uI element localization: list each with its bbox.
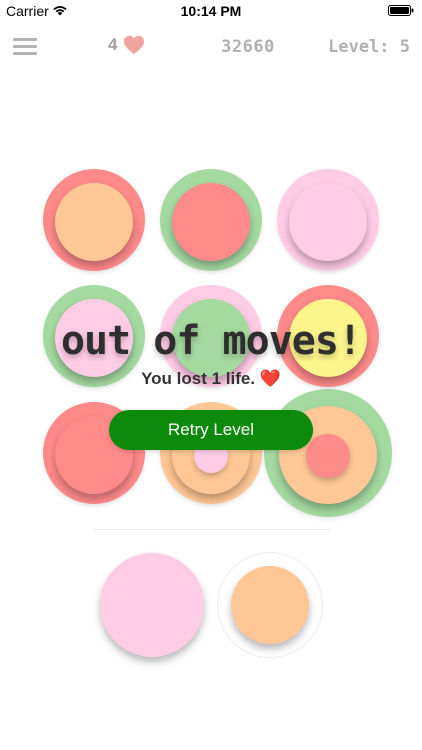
divider xyxy=(93,529,331,530)
inner-ring[interactable] xyxy=(55,183,133,261)
retry-level-button[interactable]: Retry Level xyxy=(109,410,313,450)
inner-ring[interactable] xyxy=(289,183,367,261)
game-over-title: out of moves! xyxy=(60,318,362,364)
inner-ring[interactable] xyxy=(172,183,250,261)
core-ring[interactable] xyxy=(306,434,350,478)
tray-piece[interactable] xyxy=(231,566,309,644)
life-lost-message: You lost 1 life. ❤️ xyxy=(141,369,281,388)
tray-piece[interactable] xyxy=(100,553,204,657)
